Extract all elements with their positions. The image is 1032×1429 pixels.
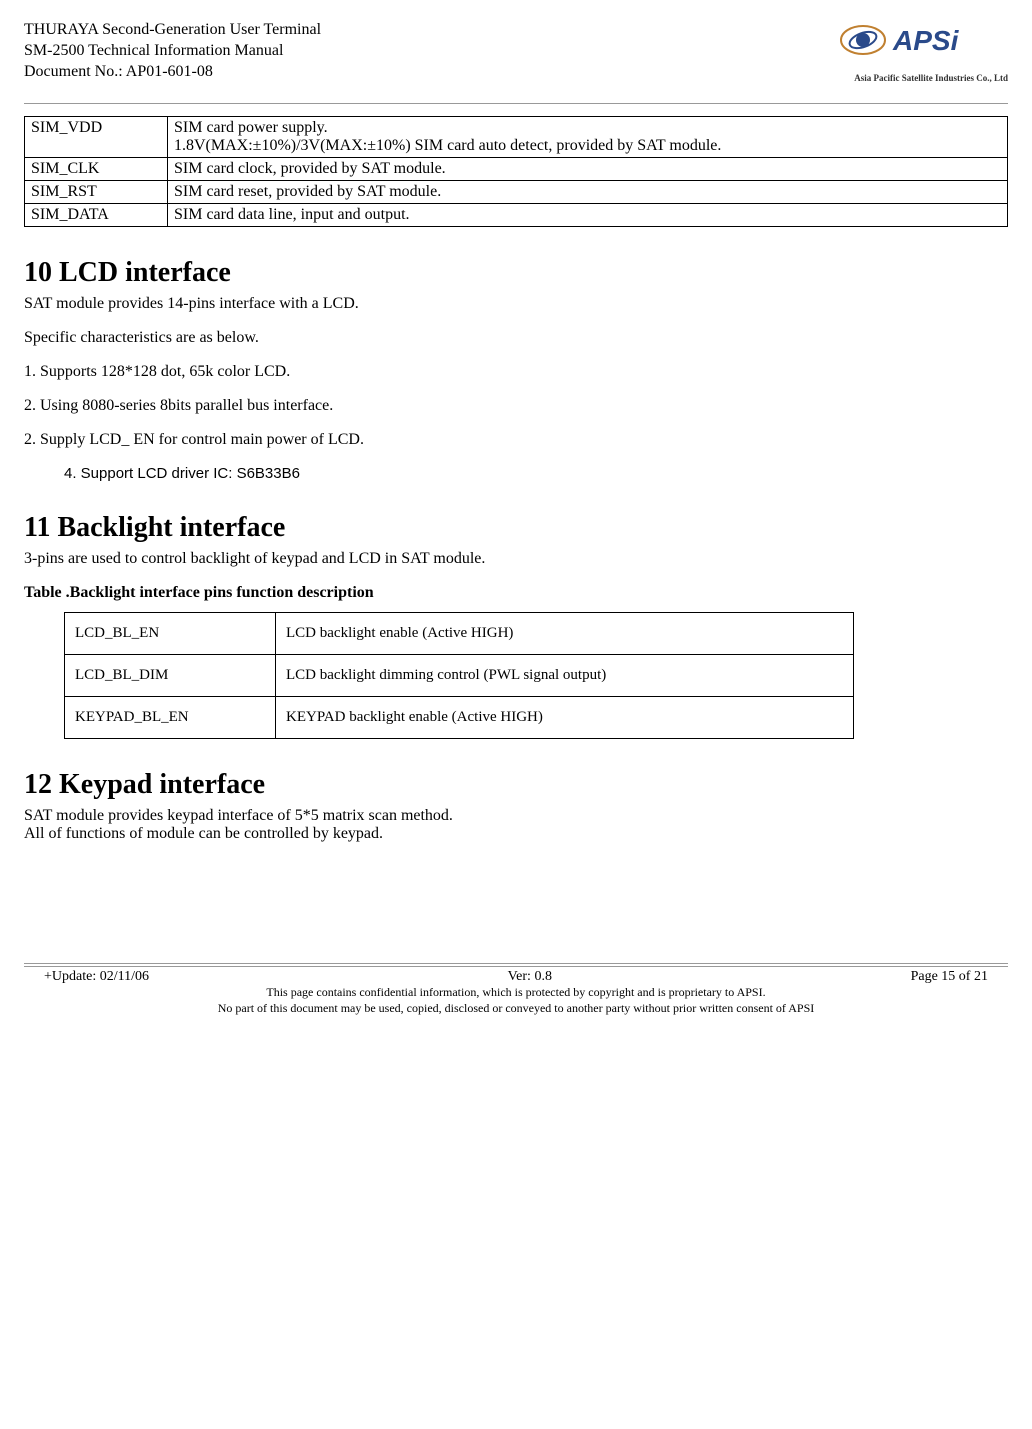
header-text-block: THURAYA Second-Generation User Terminal … xyxy=(24,20,321,82)
backlight-desc-cell: LCD backlight enable (Active HIGH) xyxy=(276,613,854,655)
footer-divider-1 xyxy=(24,963,1008,964)
sim-desc-cell: SIM card power supply. 1.8V(MAX:±10%)/3V… xyxy=(168,117,1008,158)
apsi-logo-icon: APSi xyxy=(838,20,1008,68)
backlight-pin-cell: LCD_BL_EN xyxy=(65,613,276,655)
section-10-item-1: 1. Supports 128*128 dot, 65k color LCD. xyxy=(24,363,1008,381)
section-12-p1: SAT module provides keypad interface of … xyxy=(24,807,1008,825)
footer-confidential-2: No part of this document may be used, co… xyxy=(24,1001,1008,1017)
footer-update: +Update: 02/11/06 xyxy=(44,969,149,985)
section-10-item-2: 2. Using 8080-series 8bits parallel bus … xyxy=(24,397,1008,415)
header-line-2: SM-2500 Technical Information Manual xyxy=(24,41,321,62)
footer-confidential-1: This page contains confidential informat… xyxy=(24,985,1008,1001)
section-10-p1: SAT module provides 14-pins interface wi… xyxy=(24,295,1008,313)
backlight-table: LCD_BL_EN LCD backlight enable (Active H… xyxy=(64,612,854,739)
table-row: SIM_DATA SIM card data line, input and o… xyxy=(25,204,1008,227)
sim-desc-cell: SIM card reset, provided by SAT module. xyxy=(168,181,1008,204)
footer-page: Page 15 of 21 xyxy=(911,969,988,985)
backlight-desc-cell: KEYPAD backlight enable (Active HIGH) xyxy=(276,697,854,739)
sim-pin-cell: SIM_CLK xyxy=(25,158,168,181)
page-footer: +Update: 02/11/06 Ver: 0.8 Page 15 of 21… xyxy=(24,963,1008,1016)
table-row: LCD_BL_DIM LCD backlight dimming control… xyxy=(65,655,854,697)
footer-meta-row: +Update: 02/11/06 Ver: 0.8 Page 15 of 21 xyxy=(24,969,1008,985)
table-row: LCD_BL_EN LCD backlight enable (Active H… xyxy=(65,613,854,655)
header-divider xyxy=(24,103,1008,104)
section-11-p1: 3-pins are used to control backlight of … xyxy=(24,550,1008,568)
header-line-3: Document No.: AP01-601-08 xyxy=(24,62,321,83)
section-11-heading: 11 Backlight interface xyxy=(24,512,1008,544)
section-12-heading: 12 Keypad interface xyxy=(24,769,1008,801)
table-row: SIM_RST SIM card reset, provided by SAT … xyxy=(25,181,1008,204)
section-10-p2: Specific characteristics are as below. xyxy=(24,329,1008,347)
sim-pin-cell: SIM_VDD xyxy=(25,117,168,158)
section-10-item-4: 4. Support LCD driver IC: S6B33B6 xyxy=(64,465,1008,482)
table-row: SIM_VDD SIM card power supply. 1.8V(MAX:… xyxy=(25,117,1008,158)
table-row: KEYPAD_BL_EN KEYPAD backlight enable (Ac… xyxy=(65,697,854,739)
sim-pin-cell: SIM_DATA xyxy=(25,204,168,227)
section-10-heading: 10 LCD interface xyxy=(24,257,1008,289)
footer-version: Ver: 0.8 xyxy=(508,969,552,985)
svg-text:APSi: APSi xyxy=(892,25,960,56)
backlight-table-caption: Table .Backlight interface pins function… xyxy=(24,584,1008,602)
table-row: SIM_CLK SIM card clock, provided by SAT … xyxy=(25,158,1008,181)
logo-caption: Asia Pacific Satellite Industries Co., L… xyxy=(838,73,1008,83)
logo-block: APSi Asia Pacific Satellite Industries C… xyxy=(838,20,1008,83)
backlight-desc-cell: LCD backlight dimming control (PWL signa… xyxy=(276,655,854,697)
page-header: THURAYA Second-Generation User Terminal … xyxy=(24,20,1008,83)
section-10-item-3: 2. Supply LCD_ EN for control main power… xyxy=(24,431,1008,449)
sim-desc-cell: SIM card clock, provided by SAT module. xyxy=(168,158,1008,181)
footer-divider-2 xyxy=(24,966,1008,967)
header-line-1: THURAYA Second-Generation User Terminal xyxy=(24,20,321,41)
section-12-p2: All of functions of module can be contro… xyxy=(24,825,1008,843)
sim-desc-cell: SIM card data line, input and output. xyxy=(168,204,1008,227)
sim-table: SIM_VDD SIM card power supply. 1.8V(MAX:… xyxy=(24,116,1008,227)
backlight-pin-cell: LCD_BL_DIM xyxy=(65,655,276,697)
backlight-pin-cell: KEYPAD_BL_EN xyxy=(65,697,276,739)
sim-pin-cell: SIM_RST xyxy=(25,181,168,204)
